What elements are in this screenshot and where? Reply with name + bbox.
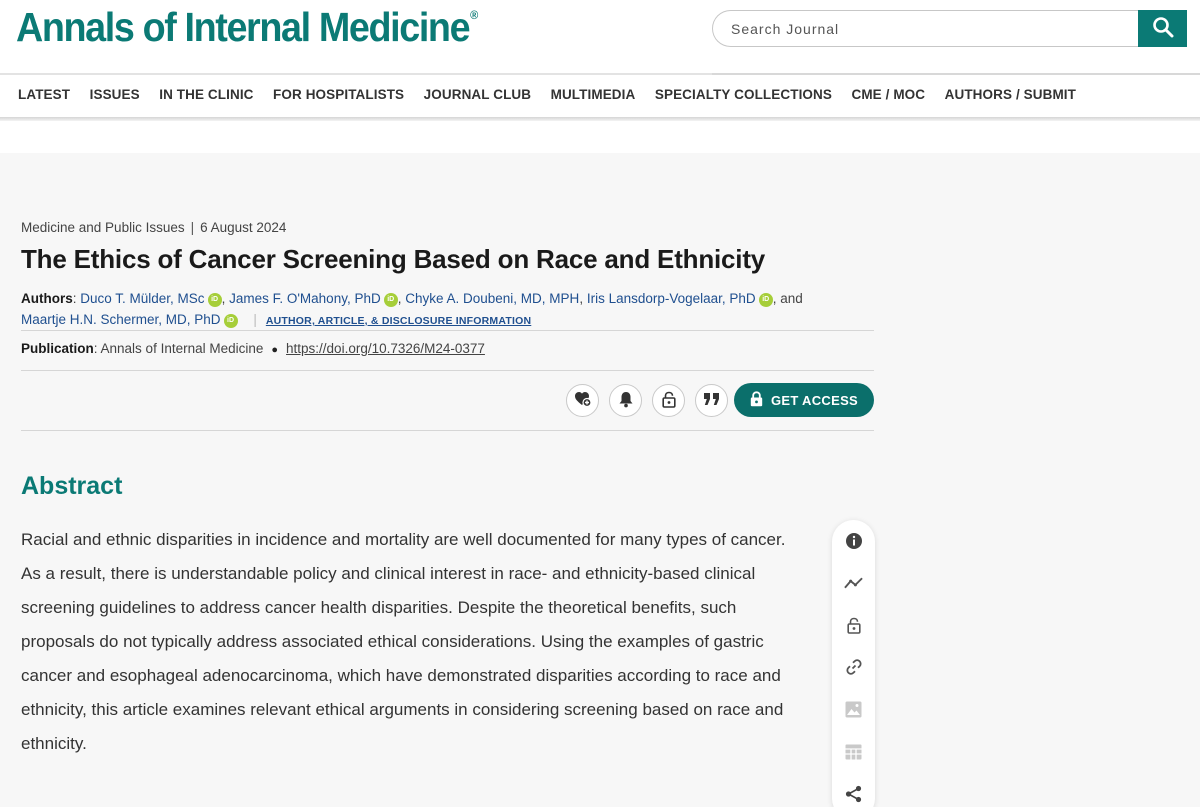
- and-text: and: [780, 291, 803, 306]
- logo-text: Annals of Internal Medicine: [16, 4, 471, 50]
- article-date: 6 August 2024: [200, 220, 287, 235]
- disclosure-link[interactable]: AUTHOR, ARTICLE, & DISCLOSURE INFORMATIO…: [266, 315, 531, 327]
- author-link[interactable]: Iris Lansdorp-Vogelaar, PhD: [587, 291, 756, 306]
- abstract-heading: Abstract: [21, 472, 123, 500]
- nav-item-cme-moc[interactable]: CME / MOC: [851, 87, 925, 102]
- get-access-button[interactable]: GET ACCESS: [734, 383, 874, 417]
- journal-logo[interactable]: Annals of Internal Medicine®: [16, 4, 478, 51]
- article-tools: [566, 384, 728, 417]
- share-icon[interactable]: [844, 784, 863, 803]
- registered-mark: ®: [470, 8, 479, 22]
- lock-icon: [661, 391, 676, 411]
- nav-item-issues[interactable]: ISSUES: [90, 87, 140, 102]
- nav-item-multimedia[interactable]: MULTIMEDIA: [551, 87, 636, 102]
- orcid-icon[interactable]: iD: [207, 293, 222, 307]
- orcid-icon[interactable]: iD: [383, 293, 398, 307]
- author-link[interactable]: Chyke A. Doubeni, MD, MPH: [405, 291, 579, 306]
- nav-item-in-the-clinic[interactable]: IN THE CLINIC: [159, 87, 253, 102]
- author-link[interactable]: Duco T. Mülder, MSc: [80, 291, 204, 306]
- get-access-label: GET ACCESS: [770, 392, 859, 408]
- image-icon[interactable]: [844, 700, 863, 719]
- alert-bell-icon: [618, 391, 634, 411]
- divider: [21, 330, 874, 331]
- nav-item-specialty-collections[interactable]: SPECIALTY COLLECTIONS: [655, 87, 832, 102]
- favorite-button[interactable]: [566, 384, 599, 417]
- search-icon: [1152, 16, 1174, 41]
- main-nav: LATEST ISSUES IN THE CLINIC FOR HOSPITAL…: [18, 87, 1096, 102]
- search-input[interactable]: [713, 11, 1139, 46]
- article-meta: Medicine and Public Issues | 6 August 2024: [21, 220, 286, 235]
- orcid-icon[interactable]: iD: [758, 293, 773, 307]
- alert-button[interactable]: [609, 384, 642, 417]
- nav-item-journal-club[interactable]: JOURNAL CLUB: [424, 87, 531, 102]
- quote-icon: [703, 392, 721, 409]
- doi-link[interactable]: https://doi.org/10.7326/M24-0377: [286, 341, 485, 356]
- cite-button[interactable]: [695, 384, 728, 417]
- author-link[interactable]: Maartje H.N. Schermer, MD, PhD: [21, 312, 221, 327]
- publication-name: Annals of Internal Medicine: [100, 341, 264, 356]
- lock-icon: [750, 390, 763, 410]
- lock-icon[interactable]: [844, 616, 863, 635]
- publication-info: Publication: Annals of Internal Medicine…: [21, 341, 485, 356]
- table-icon[interactable]: [844, 742, 863, 761]
- search-button[interactable]: [1138, 10, 1187, 47]
- nav-item-for-hospitalists[interactable]: FOR HOSPITALISTS: [273, 87, 404, 102]
- favorite-add-icon: [574, 390, 592, 411]
- divider: [21, 430, 874, 431]
- publication-label: Publication: [21, 341, 94, 356]
- nav-item-latest[interactable]: LATEST: [18, 87, 70, 102]
- orcid-icon[interactable]: iD: [223, 314, 238, 328]
- divider: [21, 370, 874, 371]
- search-box: [712, 10, 1187, 47]
- authors-label: Authors: [21, 291, 73, 306]
- author-link[interactable]: James F. O'Mahony, PhD: [229, 291, 381, 306]
- meta-separator: |: [190, 220, 195, 235]
- author-list: Authors: Duco T. Mülder, MSc iD, James F.…: [21, 291, 803, 328]
- bullet-dot: ●: [271, 344, 279, 356]
- info-separator: |: [253, 312, 257, 327]
- article-section[interactable]: Medicine and Public Issues: [21, 220, 185, 235]
- access-info-button[interactable]: [652, 384, 685, 417]
- info-icon[interactable]: [844, 531, 863, 550]
- hero-spacer: [0, 121, 1200, 153]
- article-title: The Ethics of Cancer Screening Based on …: [21, 244, 766, 274]
- side-rail: [832, 520, 875, 807]
- header-divider-right: [712, 73, 1200, 75]
- link-icon[interactable]: [844, 657, 863, 676]
- abstract-text: Racial and ethnic disparities in inciden…: [21, 530, 786, 753]
- nav-item-authors-submit[interactable]: AUTHORS / SUBMIT: [945, 87, 1076, 102]
- metrics-icon[interactable]: [844, 573, 863, 592]
